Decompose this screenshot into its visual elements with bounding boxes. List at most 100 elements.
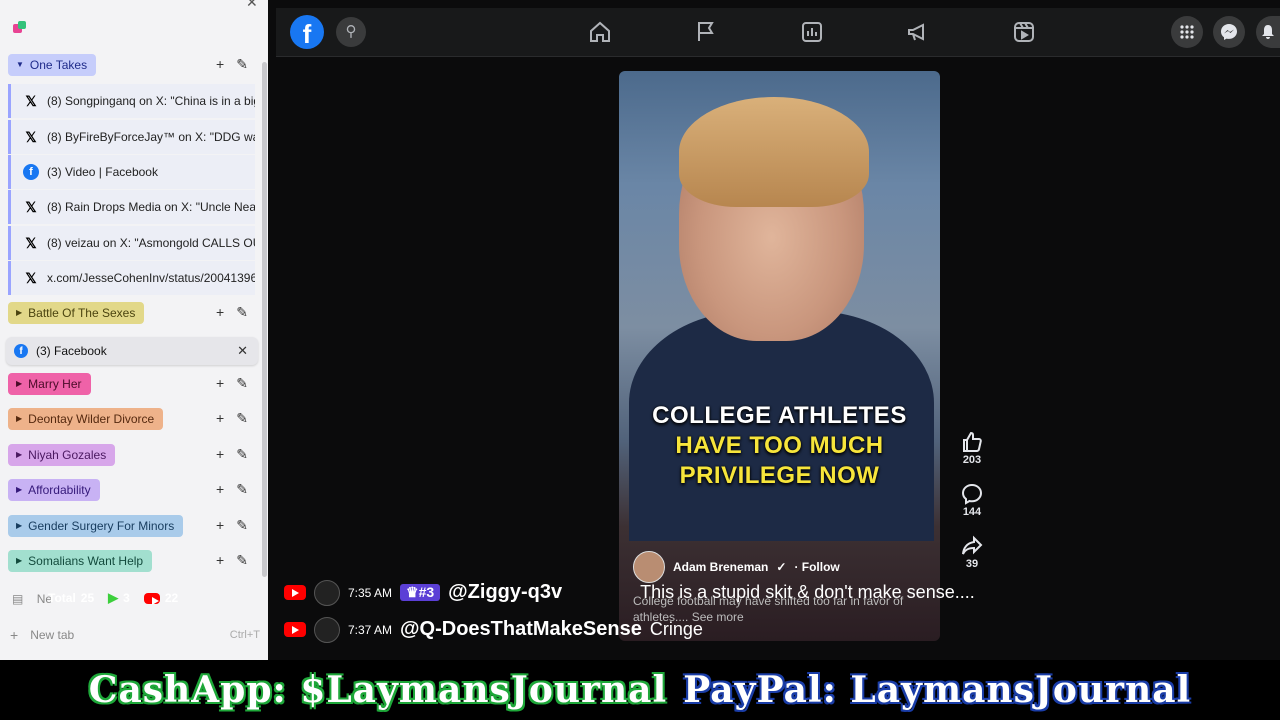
like-action[interactable]: 203 — [960, 430, 984, 466]
insights-icon[interactable] — [800, 20, 824, 44]
tab-item[interactable]: f (3) Video | Facebook — [8, 155, 255, 189]
tab-item[interactable]: 𝕏 (8) Rain Drops Media on X: "Uncle Near — [8, 190, 255, 224]
tab-item[interactable]: 𝕏 (8) veizau on X: "Asmongold CALLS OU — [8, 226, 255, 260]
tab-item[interactable]: 𝕏 (8) Songpinganq on X: "China is in a b… — [8, 84, 255, 118]
add-tab-icon[interactable]: + — [216, 304, 224, 321]
group-niyah-gozales[interactable]: ▶ Niyah Gozales + ✎ — [0, 442, 260, 470]
group-actions: + ✎ — [216, 481, 248, 498]
extension-icon[interactable] — [12, 20, 28, 36]
group-label: One Takes — [29, 58, 88, 72]
messenger-icon[interactable] — [1213, 16, 1245, 48]
edit-pencil-icon[interactable]: ✎ — [236, 517, 248, 534]
group-label: Affordability — [28, 483, 91, 497]
home-icon[interactable] — [588, 20, 612, 44]
reel-video[interactable]: COLLEGE ATHLETES HAVE TOO MUCH PRIVILEGE… — [619, 71, 940, 641]
caption-line-3: PRIVILEGE NOW — [679, 462, 880, 489]
group-label: Marry Her — [28, 377, 82, 391]
chat-message: 7:35 AM ♛#3 @Ziggy-q3v This is a stupid … — [284, 574, 1084, 611]
group-marry-her[interactable]: ▶ Marry Her + ✎ — [0, 371, 260, 399]
play-count: 3 — [123, 591, 130, 605]
total-count: 25 — [80, 591, 95, 605]
tab-title: (3) Video | Facebook — [47, 165, 158, 179]
edit-pencil-icon[interactable]: ✎ — [236, 446, 248, 463]
edit-pencil-icon[interactable]: ✎ — [236, 375, 248, 392]
reels-icon[interactable] — [1012, 20, 1036, 44]
group-actions: + ✎ — [216, 56, 248, 73]
group-deontay-wilder-divorce[interactable]: ▶ Deontay Wilder Divorce + ✎ — [0, 406, 260, 434]
group-chip[interactable]: ▶ Marry Her — [8, 373, 91, 395]
add-tab-icon[interactable]: + — [216, 446, 224, 463]
group-battle-of-the-sexes[interactable]: ▶ Battle Of The Sexes + ✎ — [0, 300, 260, 328]
viewer-stats: Total 25 ▶ 3 22 — [48, 586, 178, 610]
chat-time: 7:37 AM — [348, 622, 393, 637]
tab-title: (8) ByFireByForceJay™ on X: "DDG was — [47, 130, 255, 144]
chat-avatar — [314, 579, 340, 606]
share-action[interactable]: 39 — [960, 534, 984, 570]
play-icon: ▶ — [108, 590, 119, 605]
group-label: Gender Surgery For Minors — [28, 519, 175, 533]
caption-line-1: COLLEGE ATHLETES — [652, 402, 907, 429]
group-chip[interactable]: ▶ Niyah Gozales — [8, 444, 116, 466]
group-label: Niyah Gozales — [28, 448, 107, 462]
x-logo-icon: 𝕏 — [25, 128, 37, 145]
group-actions: + ✎ — [216, 410, 248, 427]
megaphone-icon[interactable] — [906, 20, 930, 44]
group-chip[interactable]: ▶ Affordability — [8, 479, 100, 501]
new-tab-label: New tab — [30, 628, 75, 642]
caret-right-icon: ▶ — [16, 556, 23, 565]
edit-pencil-icon[interactable]: ✎ — [236, 410, 248, 427]
notifications-bell-icon[interactable] — [1256, 16, 1280, 48]
group-actions: + ✎ — [216, 552, 248, 569]
add-tab-icon[interactable]: + — [216, 56, 224, 73]
group-chip[interactable]: ▶ Gender Surgery For Minors — [8, 515, 184, 537]
edit-pencil-icon[interactable]: ✎ — [236, 304, 248, 321]
caret-right-icon: ▶ — [16, 308, 23, 317]
group-actions: + ✎ — [216, 446, 248, 463]
caret-down-icon: ▼ — [16, 60, 24, 69]
group-label: Somalians Want Help — [28, 554, 144, 568]
facebook-logo-icon[interactable]: f — [290, 15, 324, 49]
group-one-takes[interactable]: ▼ One Takes + ✎ — [0, 52, 260, 80]
add-tab-icon[interactable]: + — [216, 517, 224, 534]
group-affordability[interactable]: ▶ Affordability + ✎ — [0, 477, 260, 505]
tab-item[interactable]: 𝕏 (8) ByFireByForceJay™ on X: "DDG was — [8, 120, 255, 154]
video-subject-hair — [679, 97, 869, 207]
facebook-logo-icon: f — [14, 344, 28, 358]
new-group-button[interactable]: ▤ Ne — [12, 592, 52, 606]
group-label: Deontay Wilder Divorce — [28, 412, 155, 426]
add-tab-icon[interactable]: + — [216, 375, 224, 392]
edit-pencil-icon[interactable]: ✎ — [236, 481, 248, 498]
tab-item[interactable]: 𝕏 x.com/JesseCohenInv/status/20041396 — [8, 261, 255, 295]
sidebar-scrollbar[interactable] — [262, 62, 267, 577]
chat-time: 7:35 AM — [348, 585, 393, 600]
edit-pencil-icon[interactable]: ✎ — [236, 56, 248, 73]
comment-action[interactable]: 144 — [960, 482, 984, 518]
close-tab-icon[interactable]: ✕ — [237, 343, 248, 359]
menu-grid-icon[interactable] — [1171, 16, 1203, 48]
play-stat: ▶ 3 — [108, 590, 130, 606]
flag-icon[interactable] — [694, 20, 718, 44]
comment-count: 144 — [962, 506, 982, 518]
close-icon[interactable]: ✕ — [246, 0, 258, 11]
chat-message: 7:37 AM @Q-DoesThatMakeSense Cringe — [284, 611, 1084, 648]
caret-right-icon: ▶ — [16, 379, 23, 388]
add-tab-icon[interactable]: + — [216, 481, 224, 498]
paypal-handle: PayPal: LaymansJournal — [683, 669, 1192, 711]
add-tab-icon[interactable]: + — [216, 552, 224, 569]
caret-right-icon: ▶ — [16, 450, 23, 459]
youtube-stat: 22 — [143, 591, 178, 605]
tab-title: (8) Songpinganq on X: "China is in a big — [47, 94, 255, 108]
search-icon[interactable]: ⚲ — [336, 17, 366, 47]
chat-username: @Ziggy-q3v — [448, 581, 563, 603]
new-tab-button[interactable]: + New tab Ctrl+T — [10, 627, 260, 643]
group-gender-surgery-for-minors[interactable]: ▶ Gender Surgery For Minors + ✎ — [0, 513, 260, 541]
edit-pencil-icon[interactable]: ✎ — [236, 552, 248, 569]
group-chip[interactable]: ▶ Deontay Wilder Divorce — [8, 408, 164, 430]
add-tab-icon[interactable]: + — [216, 410, 224, 427]
total-stat: Total 25 — [48, 591, 94, 605]
group-somalians-want-help[interactable]: ▶ Somalians Want Help + ✎ — [0, 548, 260, 576]
group-chip[interactable]: ▼ One Takes — [8, 54, 97, 76]
group-chip[interactable]: ▶ Somalians Want Help — [8, 550, 153, 572]
active-tab-facebook[interactable]: f (3) Facebook ✕ — [6, 337, 258, 365]
group-chip[interactable]: ▶ Battle Of The Sexes — [8, 302, 145, 324]
